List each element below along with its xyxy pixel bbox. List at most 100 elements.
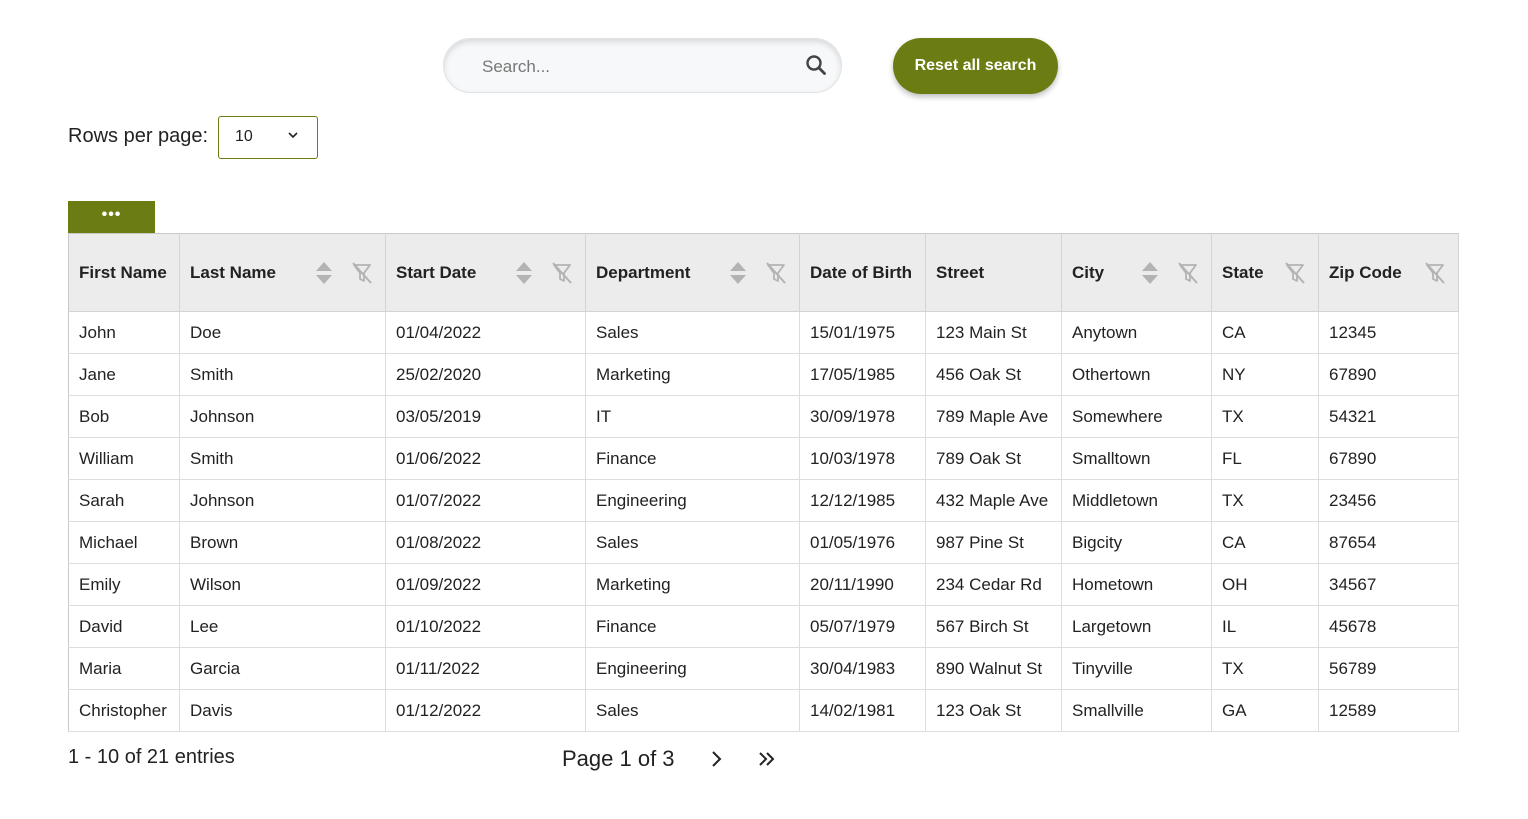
- table-cell: William: [68, 437, 180, 480]
- clear-filter-icon[interactable]: [351, 261, 373, 285]
- table-cell: Jane: [68, 353, 180, 396]
- table-cell: NY: [1211, 353, 1319, 396]
- table-cell: CA: [1211, 311, 1319, 354]
- column-header-tools: [1139, 261, 1201, 285]
- clear-filter-icon[interactable]: [551, 261, 573, 285]
- data-table: First Name Last Name Start Date Department D…: [68, 233, 1459, 732]
- table-cell: Sales: [585, 689, 800, 732]
- sort-icon[interactable]: [513, 261, 535, 285]
- table-cell: 30/04/1983: [799, 647, 926, 690]
- table-cell: Brown: [179, 521, 386, 564]
- column-header: Street: [925, 233, 1062, 312]
- table-cell: Marketing: [585, 563, 800, 606]
- column-header-inner: Department: [596, 261, 789, 285]
- table-cell: 789 Maple Ave: [925, 395, 1062, 438]
- table-cell: GA: [1211, 689, 1319, 732]
- table-cell: 01/06/2022: [385, 437, 586, 480]
- search-box: [443, 38, 842, 93]
- table-cell: 10/03/1978: [799, 437, 926, 480]
- table-cell: TX: [1211, 479, 1319, 522]
- table-row: Christopher Davis 01/12/2022 Sales 14/02/198…: [68, 689, 1459, 732]
- table-cell: 12589: [1318, 689, 1459, 732]
- table-cell: 05/07/1979: [799, 605, 926, 648]
- table-cell: IL: [1211, 605, 1319, 648]
- table-cell: Engineering: [585, 647, 800, 690]
- column-header-tools: [1284, 261, 1308, 285]
- table-row: Bob Johnson 03/05/2019 IT 30/09/1978 789 Mapl…: [68, 395, 1459, 438]
- more-options-button[interactable]: •••: [68, 201, 155, 233]
- column-header: City: [1061, 233, 1212, 312]
- sort-icon[interactable]: [727, 261, 749, 285]
- sort-icon[interactable]: [1139, 261, 1161, 285]
- table-cell: Davis: [179, 689, 386, 732]
- clear-filter-icon[interactable]: [765, 261, 787, 285]
- table-cell: Anytown: [1061, 311, 1212, 354]
- search-icon[interactable]: [805, 54, 827, 76]
- column-header-inner: Zip Code: [1329, 261, 1448, 285]
- table-cell: 12345: [1318, 311, 1459, 354]
- table-cell: 20/11/1990: [799, 563, 926, 606]
- clear-filter-icon[interactable]: [1177, 261, 1199, 285]
- table-cell: 15/01/1975: [799, 311, 926, 354]
- rows-per-page-select[interactable]: 10: [218, 116, 318, 159]
- column-header: First Name: [68, 233, 180, 312]
- column-header-label: Street: [936, 262, 985, 282]
- table-cell: Smith: [179, 437, 386, 480]
- table-cell: 67890: [1318, 353, 1459, 396]
- column-header-inner: State: [1222, 261, 1308, 285]
- table-cell: TX: [1211, 647, 1319, 690]
- table-cell: Emily: [68, 563, 180, 606]
- table-cell: 87654: [1318, 521, 1459, 564]
- table-cell: 56789: [1318, 647, 1459, 690]
- table-cell: 12/12/1985: [799, 479, 926, 522]
- search-input[interactable]: [480, 53, 794, 81]
- table-cell: 45678: [1318, 605, 1459, 648]
- reset-all-search-button[interactable]: Reset all search: [893, 38, 1058, 94]
- table-cell: 01/09/2022: [385, 563, 586, 606]
- column-header-tools: [513, 261, 575, 285]
- table-cell: Largetown: [1061, 605, 1212, 648]
- table-row: Maria Garcia 01/11/2022 Engineering 30/04/19…: [68, 647, 1459, 690]
- column-header-inner: First Name: [79, 263, 169, 283]
- clear-filter-icon[interactable]: [1424, 261, 1446, 285]
- table-cell: Finance: [585, 605, 800, 648]
- column-header-label: Last Name: [190, 262, 276, 282]
- table-cell: Johnson: [179, 395, 386, 438]
- double-chevron-right-icon[interactable]: [756, 747, 780, 771]
- column-header-label: Zip Code: [1329, 262, 1402, 282]
- sort-icon[interactable]: [313, 261, 335, 285]
- chevron-right-icon[interactable]: [706, 747, 728, 771]
- table-cell: 14/02/1981: [799, 689, 926, 732]
- table-cell: Doe: [179, 311, 386, 354]
- table-cell: OH: [1211, 563, 1319, 606]
- table-body: John Doe 01/04/2022 Sales 15/01/1975 123 Main…: [68, 311, 1459, 732]
- table-cell: Smallville: [1061, 689, 1212, 732]
- table-cell: 01/05/1976: [799, 521, 926, 564]
- table-cell: 890 Walnut St: [925, 647, 1062, 690]
- rows-per-page-label: Rows per page:: [68, 125, 209, 147]
- column-header-tools: [1424, 261, 1448, 285]
- table-cell: 67890: [1318, 437, 1459, 480]
- column-header-inner: Date of Birth: [810, 263, 915, 283]
- table-cell: Wilson: [179, 563, 386, 606]
- table-cell: Marketing: [585, 353, 800, 396]
- clear-filter-icon[interactable]: [1284, 261, 1306, 285]
- table-cell: Finance: [585, 437, 800, 480]
- table-cell: 432 Maple Ave: [925, 479, 1062, 522]
- table-cell: Engineering: [585, 479, 800, 522]
- column-header: Department: [585, 233, 800, 312]
- table-cell: Smith: [179, 353, 386, 396]
- page-indicator: Page 1 of 3: [562, 746, 675, 771]
- table-cell: CA: [1211, 521, 1319, 564]
- column-header: Date of Birth: [799, 233, 926, 312]
- column-header-label: Start Date: [396, 262, 477, 282]
- table-cell: 789 Oak St: [925, 437, 1062, 480]
- table-cell: 01/12/2022: [385, 689, 586, 732]
- table-row: Michael Brown 01/08/2022 Sales 01/05/1976 987…: [68, 521, 1459, 564]
- table-cell: 01/10/2022: [385, 605, 586, 648]
- table-cell: 03/05/2019: [385, 395, 586, 438]
- table-row: John Doe 01/04/2022 Sales 15/01/1975 123 Main…: [68, 311, 1459, 354]
- table-cell: 01/04/2022: [385, 311, 586, 354]
- table-cell: Smalltown: [1061, 437, 1212, 480]
- table-cell: Lee: [179, 605, 386, 648]
